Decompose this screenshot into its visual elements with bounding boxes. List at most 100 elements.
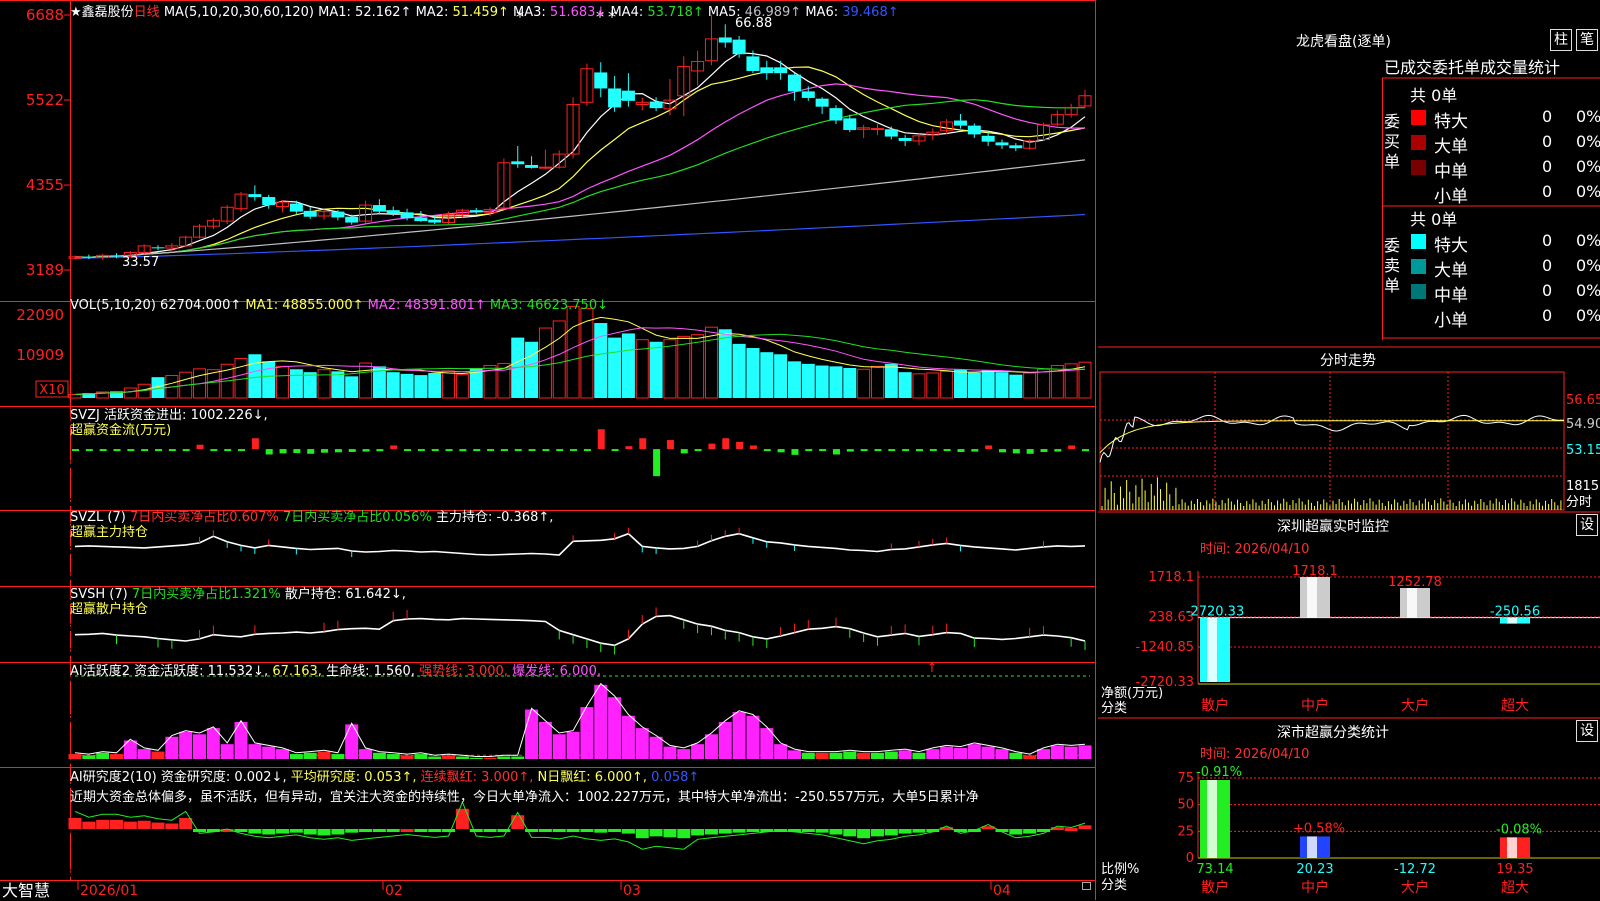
- sz-stats-tick-1: 50: [1177, 798, 1194, 813]
- flow-bar: [583, 449, 591, 452]
- research-bar: [566, 829, 580, 832]
- volume-bar: [746, 348, 760, 398]
- activity-bar: [704, 734, 718, 759]
- flow-bar: [417, 449, 425, 452]
- flow-bar: [777, 449, 785, 453]
- buy-side-name: 中单: [1434, 162, 1468, 182]
- flow-bar: [487, 449, 495, 452]
- research-bar: [179, 817, 193, 829]
- research-bar: [1064, 828, 1078, 832]
- vol-ma-value-2: 48391.801↑: [404, 298, 486, 313]
- order-stats-title: 已成交委托单成交量统计: [1384, 58, 1561, 77]
- research-bar: [621, 829, 635, 834]
- flow-bar: [556, 449, 564, 452]
- intraday-frame: [1099, 371, 1565, 511]
- research-bar: [1009, 829, 1023, 835]
- flow-bar: [348, 449, 356, 452]
- end: #ff2020: [64, 568, 121, 584]
- sz-stats-cat-1: 中户: [1301, 879, 1329, 896]
- buy-side-swatch: [1411, 135, 1426, 150]
- flow-bar: [943, 449, 951, 452]
- research-bar: [608, 829, 622, 832]
- activity-bar: [179, 731, 193, 759]
- research-bar: [455, 808, 469, 829]
- research-bar: [1078, 825, 1092, 829]
- research-bar: [428, 829, 442, 832]
- sz-monitor-settings-button[interactable]: 设: [1576, 514, 1598, 536]
- ma-line-ma4: [74, 99, 1086, 258]
- candle-body: [801, 91, 815, 98]
- research-bar: [580, 829, 594, 832]
- flow-bar: [832, 449, 840, 455]
- research-line: [74, 800, 1086, 850]
- stock-terminal: 6688 5522 4355 3189 66.88 33.57 * * * 22090 10909 X…: [0, 0, 1600, 900]
- activity-bar: [1023, 755, 1037, 759]
- vol-ma-label-1: MA1:: [245, 298, 279, 313]
- activity-bar: [843, 751, 857, 759]
- activity-bar: [967, 744, 981, 759]
- volume-bar: [359, 362, 373, 399]
- vol-title: VOL(5,10,20): [70, 298, 156, 313]
- end: #ff2020: [64, 710, 121, 726]
- activity-bar: [594, 684, 608, 759]
- bar-view-button[interactable]: 柱: [1550, 29, 1572, 51]
- tick-view-button[interactable]: 笔: [1576, 29, 1598, 51]
- period-label[interactable]: 日线: [134, 5, 160, 20]
- flow-bar: [805, 449, 813, 452]
- svsh-name: 超赢散户持仓: [70, 602, 149, 617]
- sz-stats-settings-button[interactable]: 设: [1576, 720, 1598, 742]
- activity-bar: [497, 756, 511, 759]
- activity-bar: [303, 752, 317, 759]
- vol-ma-value-3: 46623.750↓: [526, 298, 608, 313]
- activity-bar: [608, 697, 622, 759]
- candle-body: [414, 217, 428, 222]
- candle-body: [594, 72, 608, 89]
- research-bar: [262, 829, 276, 835]
- activity-bar: [359, 749, 373, 759]
- activity-bar: [870, 752, 884, 759]
- ai-research-t2: 平均研究度: 0.053↑,: [290, 770, 417, 785]
- lock-icon[interactable]: [1082, 882, 1091, 890]
- volume-bar: [1023, 372, 1037, 399]
- candle-body: [787, 74, 801, 92]
- research-bar: [718, 829, 732, 834]
- sz-monitor-title: 深圳超赢实时监控: [1277, 519, 1389, 535]
- app-logo: 大智慧: [2, 881, 51, 900]
- candle-body: [815, 98, 829, 107]
- vol-unit-tag: X10: [39, 383, 64, 398]
- lhb-title: 龙虎看盘(逐单): [1296, 34, 1391, 50]
- flow-bar: [141, 449, 149, 452]
- flow-bar: [542, 449, 550, 452]
- vol-ma-value-1: 48855.000↑: [282, 298, 364, 313]
- candle-body: [884, 129, 898, 137]
- sz-stats-time: 时间: 2026/04/10: [1200, 747, 1310, 762]
- research-bar: [442, 829, 456, 832]
- activity-bar: [193, 734, 207, 759]
- vol-value: 62704.000↑: [160, 298, 242, 313]
- flow-bar: [168, 449, 176, 452]
- activity-bar: [331, 754, 345, 759]
- research-bar: [635, 829, 649, 839]
- activity-bar: [276, 749, 290, 759]
- sz-stats-tick-3: 0: [1186, 851, 1194, 866]
- volume-bar: [884, 363, 898, 398]
- sz-monitor-tick-0: 1718.1: [1149, 570, 1195, 585]
- volume-bar: [774, 354, 788, 398]
- flow-bar: [210, 449, 218, 452]
- volume-bar: [123, 387, 137, 399]
- activity-bar: [400, 755, 414, 759]
- sz-stats-title: 深市超赢分类统计: [1277, 725, 1389, 741]
- flow-bar: [473, 449, 481, 452]
- volume-bar: [718, 329, 732, 398]
- star-icon[interactable]: ★: [70, 5, 82, 20]
- ai-active-t3: 生命线: 1.560,: [326, 664, 415, 679]
- research-bar: [732, 829, 746, 833]
- intraday-title: 分时走势: [1320, 353, 1376, 369]
- flow-bar: [528, 449, 536, 452]
- volume-bar: [691, 334, 705, 399]
- candle-body: [289, 203, 303, 212]
- candle-body: [760, 67, 774, 74]
- candle-body: [967, 125, 981, 135]
- svzl-t2: 7日内买卖净占比0.056%: [282, 510, 432, 525]
- flow-bar: [971, 449, 979, 452]
